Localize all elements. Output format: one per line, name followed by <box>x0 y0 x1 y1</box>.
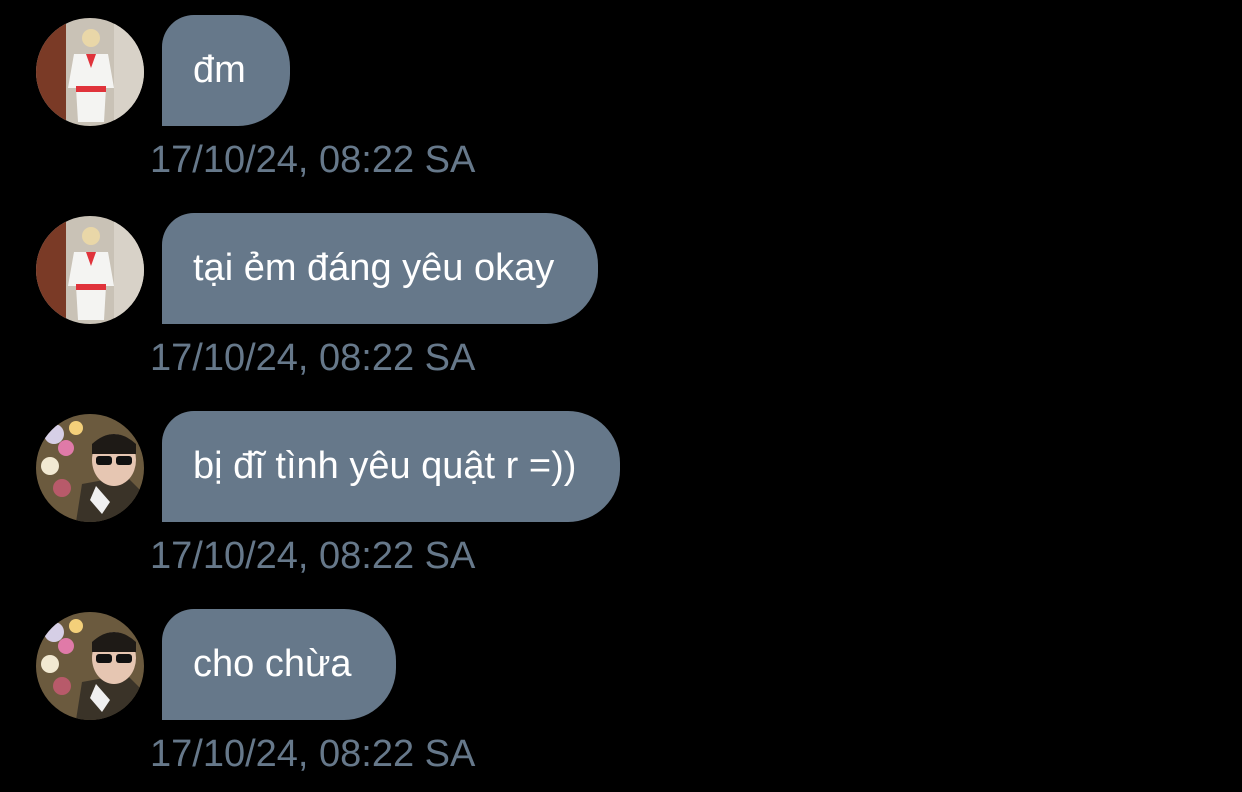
avatar[interactable] <box>36 612 144 720</box>
avatar[interactable] <box>36 216 144 324</box>
message-text: cho chừa <box>193 643 352 685</box>
message-bubble[interactable]: đm <box>162 15 290 126</box>
message-timestamp: 17/10/24, 08:22 SA <box>150 535 476 577</box>
message-text: tại ẻm đáng yêu okay <box>193 247 555 289</box>
message-row: bị đĩ tình yêu quật r =)) 17/10/24, 08:2… <box>0 396 1242 594</box>
message-timestamp: 17/10/24, 08:22 SA <box>150 139 476 181</box>
message-timestamp: 17/10/24, 08:22 SA <box>150 733 476 775</box>
chat-thread: đm 17/10/24, 08:22 SA tại ẻm đáng yêu ok… <box>0 0 1242 792</box>
avatar[interactable] <box>36 18 144 126</box>
message-bubble[interactable]: tại ẻm đáng yêu okay <box>162 213 599 324</box>
message-row: tại ẻm đáng yêu okay 17/10/24, 08:22 SA <box>0 198 1242 396</box>
message-text: bị đĩ tình yêu quật r =)) <box>193 445 577 487</box>
message-bubble[interactable]: cho chừa <box>162 609 396 720</box>
message-timestamp: 17/10/24, 08:22 SA <box>150 337 476 379</box>
message-row: đm 17/10/24, 08:22 SA <box>0 0 1242 198</box>
message-text: đm <box>193 49 246 91</box>
message-bubble[interactable]: bị đĩ tình yêu quật r =)) <box>162 411 621 522</box>
avatar[interactable] <box>36 414 144 522</box>
message-row: cho chừa 17/10/24, 08:22 SA <box>0 594 1242 792</box>
